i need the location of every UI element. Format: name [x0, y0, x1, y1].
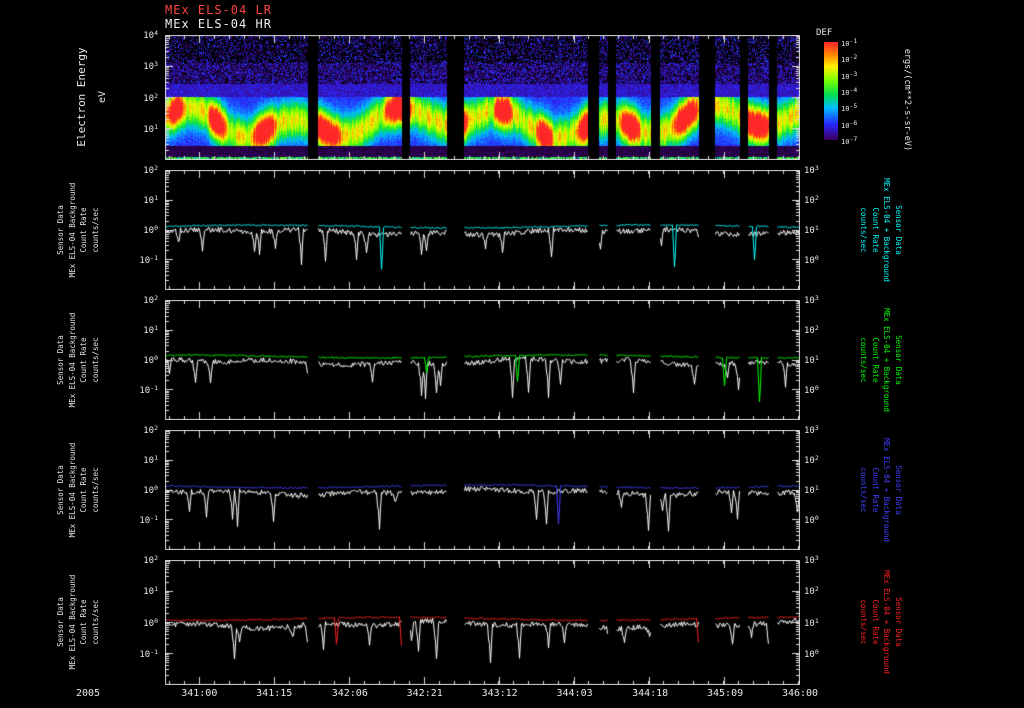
x-axis-tick-label: 342:21 — [406, 688, 443, 699]
x-axis-tick-label: 344:18 — [632, 688, 669, 699]
panel-right-label-4: Sensor Data MEx ELS-04 + Background Coun… — [859, 570, 903, 674]
panel-right-y-tick-label: 103 — [804, 294, 819, 306]
x-axis-tick-label: 341:00 — [181, 688, 218, 699]
x-axis-tick-label: 344:03 — [556, 688, 593, 699]
panel-right-y-tick-label: 102 — [804, 194, 819, 206]
x-axis-tick-label: 341:15 — [256, 688, 293, 699]
panel-left-y-tick-label: 102 — [143, 294, 158, 306]
spectrogram-y-tick-label: 103 — [143, 60, 158, 73]
panel-right-y-tick-label: 100 — [804, 514, 819, 526]
panel-right-y-tick-label: 103 — [804, 424, 819, 436]
panel-right-y-tick-label: 102 — [804, 454, 819, 466]
panel-right-y-tick-label: 101 — [804, 484, 819, 496]
spectrogram-y-tick-label: 101 — [143, 122, 158, 135]
colorbar-tick-label: 10-5 — [841, 102, 858, 114]
panel-left-y-tick-label: 102 — [143, 424, 158, 436]
panel-left-y-tick-label: 100 — [143, 616, 158, 629]
x-axis-tick-label: 343:12 — [481, 688, 518, 699]
panel-right-y-tick-label: 101 — [804, 224, 819, 236]
panel-right-y-tick-label: 103 — [804, 554, 819, 566]
panel-2-line-canvas — [165, 300, 800, 420]
panel-4-line-canvas — [165, 560, 800, 685]
colorbar-tick-label: 10-3 — [841, 69, 858, 81]
colorbar-tick-label: 10-7 — [841, 135, 858, 146]
panel-left-y-tick-label: 101 — [143, 585, 158, 598]
panel-left-y-tick-label: 100 — [143, 354, 158, 366]
panel-right-y-tick-label: 102 — [804, 324, 819, 336]
panel-left-y-tick-label: 10-1 — [139, 254, 158, 266]
spectrogram-y-tick-label: 104 — [143, 29, 158, 41]
colorbar-title: DEF — [816, 28, 833, 38]
panel-right-y-tick-label: 102 — [804, 585, 819, 598]
panel-1-line-canvas — [165, 170, 800, 290]
mex-els-summary-plot: MEx ELS-04 LR MEx ELS-04 HR Electron Ene… — [0, 0, 1024, 708]
title-hr: MEx ELS-04 HR — [165, 17, 272, 31]
spectrogram-y-tick-label: 102 — [143, 91, 158, 104]
panel-right-y-tick-label: 100 — [804, 384, 819, 396]
panel-left-y-tick-label: 102 — [143, 554, 158, 566]
panel-right-y-tick-label: 100 — [804, 647, 819, 660]
colorbar-tick-label: 10-4 — [841, 86, 858, 97]
panel-left-y-tick-label: 100 — [143, 484, 158, 496]
panel-left-y-tick-label: 10-1 — [139, 514, 158, 526]
panel-left-y-tick-label: 101 — [143, 454, 158, 466]
panel-right-y-tick-label: 103 — [804, 164, 819, 176]
panel-left-y-tick-label: 10-1 — [139, 384, 158, 396]
panel-left-y-tick-label: 102 — [143, 164, 158, 176]
spectrogram-canvas — [165, 35, 800, 160]
panel-left-y-tick-label: 10-1 — [139, 647, 158, 660]
x-axis-tick-label: 346:00 — [781, 688, 819, 699]
panel-right-y-tick-label: 101 — [804, 616, 819, 629]
panel-right-y-tick-label: 101 — [804, 354, 819, 366]
colorbar-tick-label: 10-1 — [841, 37, 858, 48]
panel-3-line-canvas — [165, 430, 800, 550]
ylabel-ev: eV — [97, 90, 108, 104]
colorbar-tick-label: 10-2 — [841, 53, 858, 65]
colorbar-canvas — [824, 42, 838, 140]
x-axis-tick-label: 342:06 — [331, 688, 368, 699]
x-axis-tick-label: 345:09 — [707, 688, 744, 699]
colorbar-tick-label: 10-6 — [841, 118, 858, 130]
panel-left-y-tick-label: 100 — [143, 224, 158, 236]
x-axis-year-label: 2005 — [75, 688, 101, 699]
panel-right-y-tick-label: 100 — [804, 254, 819, 266]
panel-left-label-4: Sensor Data MEx ELS-04 Background Count … — [56, 574, 100, 670]
panel-left-y-tick-label: 101 — [143, 324, 158, 336]
panel-left-y-tick-label: 101 — [143, 194, 158, 206]
colorbar-units-label: ergs/(cm**2-s-sr-eV) — [902, 48, 912, 152]
title-lr: MEx ELS-04 LR — [165, 3, 272, 17]
